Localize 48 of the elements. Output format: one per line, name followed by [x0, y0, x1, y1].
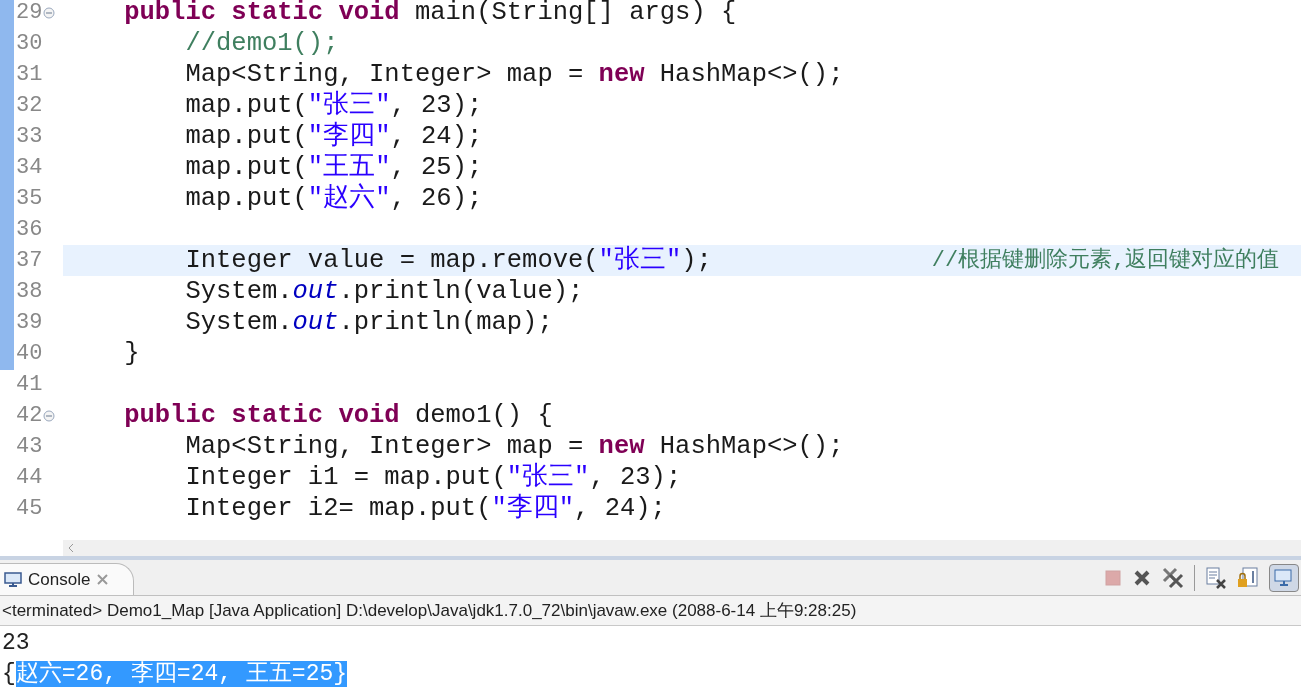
- code-line: map.put("赵六", 26);: [184, 185, 483, 212]
- line-number: 45: [16, 497, 43, 520]
- line-number: 44: [16, 466, 43, 489]
- line-number: 29: [16, 1, 43, 24]
- console-output-line: 23: [2, 632, 30, 655]
- line-number: 35: [16, 187, 43, 210]
- code-line: Integer i1 = map.put("张三", 23);: [184, 464, 682, 491]
- line-number: 34: [16, 156, 43, 179]
- line-number: 31: [16, 63, 43, 86]
- line-number: 39: [16, 311, 43, 334]
- line-number: 40: [16, 342, 43, 365]
- horizontal-scrollbar[interactable]: [63, 540, 1301, 556]
- console-status: <terminated> Demo1_Map [Java Application] D:\develop\Java\jdk1.7.0_72\bin\javaw.exe (2088-6-14 上午9:28:25): [2, 599, 857, 622]
- line-number: 33: [16, 125, 43, 148]
- code-line: map.put("李四", 24);: [184, 123, 483, 150]
- line-number: 42: [16, 404, 43, 427]
- code-line: Map<String, Integer> map = new HashMap<>();: [184, 61, 844, 88]
- line-number: 36: [16, 218, 43, 241]
- monitor-icon: [1274, 568, 1294, 587]
- code-line: map.put("张三", 23);: [184, 92, 483, 119]
- line-number: 43: [16, 435, 43, 458]
- fold-icon[interactable]: [43, 409, 56, 422]
- code-line: public static void main(String[] args) {: [123, 0, 737, 26]
- scroll-left-icon[interactable]: [67, 543, 75, 553]
- double-close-icon[interactable]: [1162, 566, 1184, 589]
- clear-document-icon[interactable]: [1205, 566, 1227, 589]
- close-icon[interactable]: [96, 573, 110, 586]
- code-line: public static void demo1() {: [123, 402, 553, 429]
- code-line: map.put("王五", 25);: [184, 154, 483, 181]
- line-number: 38: [16, 280, 43, 303]
- line-number: 32: [16, 94, 43, 117]
- code-line: System.out.println(value);: [184, 278, 584, 305]
- line-number: 41: [16, 373, 43, 396]
- code-line: Integer i2= map.put("李四", 24);: [184, 495, 666, 522]
- code-comment: //根据键删除元素,返回键对应的值: [931, 249, 1280, 272]
- line-number: 37: [16, 249, 43, 272]
- monitor-icon: [4, 571, 22, 588]
- code-line: Integer value = map.remove("张三");: [184, 247, 712, 274]
- code-line: Map<String, Integer> map = new HashMap<>();: [184, 433, 844, 460]
- code-line: //demo1();: [184, 30, 339, 57]
- console-tab[interactable]: Console: [0, 563, 135, 595]
- console-output-line: {赵六=26, 李四=24, 王五=25}: [2, 663, 348, 686]
- line-number: 30: [16, 32, 43, 55]
- monitor-toggle-button[interactable]: [1269, 563, 1299, 592]
- code-line: System.out.println(map);: [184, 309, 553, 336]
- code-line: }: [123, 340, 140, 367]
- fold-icon[interactable]: [43, 6, 56, 19]
- lock-document-icon[interactable]: [1237, 566, 1259, 589]
